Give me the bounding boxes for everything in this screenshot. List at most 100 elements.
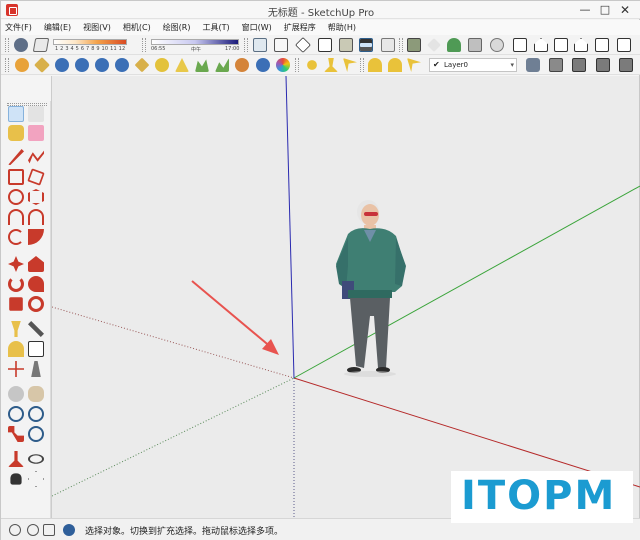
two-point-arc-icon[interactable] xyxy=(28,209,44,225)
zoom-window-icon[interactable] xyxy=(28,406,44,422)
menu-view[interactable]: 视图(V) xyxy=(83,22,111,33)
shaded-style-icon[interactable] xyxy=(339,38,353,52)
materials-panel-icon[interactable] xyxy=(596,58,610,72)
offset-tool-icon[interactable] xyxy=(28,296,44,312)
menu-camera[interactable]: 相机(C) xyxy=(123,22,151,33)
text-tool-icon[interactable] xyxy=(28,341,44,357)
layer-dropdown[interactable]: ✔ Layer0 ▾ xyxy=(429,58,517,72)
freehand-icon[interactable] xyxy=(28,150,44,164)
pan-tool-icon[interactable] xyxy=(28,386,44,402)
front-view-icon[interactable] xyxy=(554,38,568,52)
circle-tool-icon[interactable] xyxy=(8,189,24,205)
shaded-textures-style-icon[interactable] xyxy=(359,38,373,52)
shadow-time-slider[interactable] xyxy=(151,39,239,45)
hidden-line-style-icon[interactable] xyxy=(318,38,332,52)
pie-tool-icon[interactable] xyxy=(28,229,44,245)
scene-canvas[interactable] xyxy=(52,76,640,518)
wireframe-style-icon[interactable] xyxy=(295,37,311,53)
section-plane-tool-icon[interactable] xyxy=(28,471,44,487)
move-tool-icon[interactable] xyxy=(8,256,24,272)
display-section-fill-icon[interactable] xyxy=(407,58,421,72)
minimize-button[interactable]: — xyxy=(576,3,594,16)
right-view-icon[interactable] xyxy=(574,38,588,52)
menu-file[interactable]: 文件(F) xyxy=(5,22,32,33)
shadow-month-slider[interactable] xyxy=(53,39,127,45)
toolbar-grip[interactable] xyxy=(244,38,248,52)
protractor-round-icon[interactable] xyxy=(115,58,129,72)
scale-tool-icon[interactable] xyxy=(9,297,23,311)
smoove-icon[interactable] xyxy=(215,58,229,72)
drape-icon[interactable] xyxy=(256,58,270,72)
rotated-rectangle-icon[interactable] xyxy=(27,168,45,186)
menu-draw[interactable]: 绘图(R) xyxy=(163,22,191,33)
outliner-icon[interactable] xyxy=(549,58,563,72)
arc-tool-icon[interactable] xyxy=(8,209,24,225)
display-section-cuts-icon[interactable] xyxy=(388,58,402,72)
maximize-button[interactable]: □ xyxy=(596,3,614,16)
add-location-icon[interactable] xyxy=(447,38,461,52)
left-view-icon[interactable] xyxy=(617,38,631,52)
protractor-icon[interactable] xyxy=(8,341,24,357)
menu-window[interactable]: 窗口(W) xyxy=(242,22,272,33)
bring-to-front-icon[interactable] xyxy=(95,58,109,72)
display-section-planes-icon[interactable] xyxy=(368,58,382,72)
select-tool-icon[interactable] xyxy=(8,106,24,122)
3d-warehouse-icon[interactable] xyxy=(490,38,504,52)
sun-icon[interactable] xyxy=(155,58,169,72)
walk-tool-icon[interactable] xyxy=(10,473,22,485)
paint-tag-icon[interactable] xyxy=(134,57,150,73)
three-point-arc-icon[interactable] xyxy=(8,229,24,245)
display-shadows-icon[interactable] xyxy=(32,38,50,52)
sun-dot-icon[interactable] xyxy=(307,60,317,70)
dimension-tool-icon[interactable] xyxy=(28,321,44,337)
3d-text-icon[interactable] xyxy=(31,361,41,377)
xray-style-icon[interactable] xyxy=(253,38,267,52)
iso-view-icon[interactable] xyxy=(513,38,527,52)
components-panel-icon[interactable] xyxy=(572,58,586,72)
paint-bucket-icon[interactable] xyxy=(8,125,24,141)
toolbar-grip[interactable] xyxy=(295,58,299,72)
polygon-tool-icon[interactable] xyxy=(28,189,44,205)
fog-icon[interactable] xyxy=(324,58,338,72)
previous-view-icon[interactable] xyxy=(28,426,44,442)
color-wheel-icon[interactable] xyxy=(276,58,290,72)
stamp-icon[interactable] xyxy=(235,58,249,72)
instructor-help-icon[interactable] xyxy=(63,524,75,536)
eraser-icon[interactable] xyxy=(28,125,44,141)
show-terrain-icon[interactable] xyxy=(468,38,482,52)
monochrome-style-icon[interactable] xyxy=(381,38,395,52)
shadow-settings-icon[interactable] xyxy=(14,38,28,52)
line-tool-icon[interactable] xyxy=(8,149,24,165)
rotate-tool-icon[interactable] xyxy=(8,276,24,292)
zoom-extents-icon[interactable] xyxy=(8,426,24,442)
drawing-viewport[interactable] xyxy=(51,76,640,518)
toolbar-grip[interactable] xyxy=(142,38,146,52)
follow-me-icon[interactable] xyxy=(15,58,29,72)
toolbar-grip[interactable] xyxy=(399,38,403,52)
follow-me-tool-icon[interactable] xyxy=(28,276,44,292)
user-account-icon[interactable] xyxy=(43,524,55,536)
axes-tool-icon[interactable] xyxy=(8,361,24,377)
position-camera-icon[interactable] xyxy=(8,451,24,467)
credits-icon[interactable] xyxy=(27,524,39,536)
styles-panel-icon[interactable] xyxy=(619,58,633,72)
geo-location-icon[interactable] xyxy=(9,524,21,536)
from-contours-icon[interactable] xyxy=(175,58,189,72)
offset-icon[interactable] xyxy=(34,57,50,73)
back-edges-style-icon[interactable] xyxy=(274,38,288,52)
tape-measure-icon[interactable] xyxy=(11,321,21,337)
from-scratch-icon[interactable] xyxy=(195,59,209,72)
make-component-icon[interactable] xyxy=(28,106,44,122)
rectangle-tool-icon[interactable] xyxy=(8,169,24,185)
look-around-icon[interactable] xyxy=(28,454,44,464)
layer-manager-icon[interactable] xyxy=(526,58,540,72)
close-button[interactable]: ✕ xyxy=(616,3,634,17)
push-pull-icon[interactable] xyxy=(28,256,44,272)
toolbar-grip[interactable] xyxy=(5,58,9,72)
menu-help[interactable]: 帮助(H) xyxy=(328,22,356,33)
top-view-icon[interactable] xyxy=(534,38,548,52)
match-photo-icon[interactable] xyxy=(407,38,421,52)
menu-edit[interactable]: 编辑(E) xyxy=(44,22,71,33)
back-view-icon[interactable] xyxy=(595,38,609,52)
orbit-tool-icon[interactable] xyxy=(8,386,24,402)
